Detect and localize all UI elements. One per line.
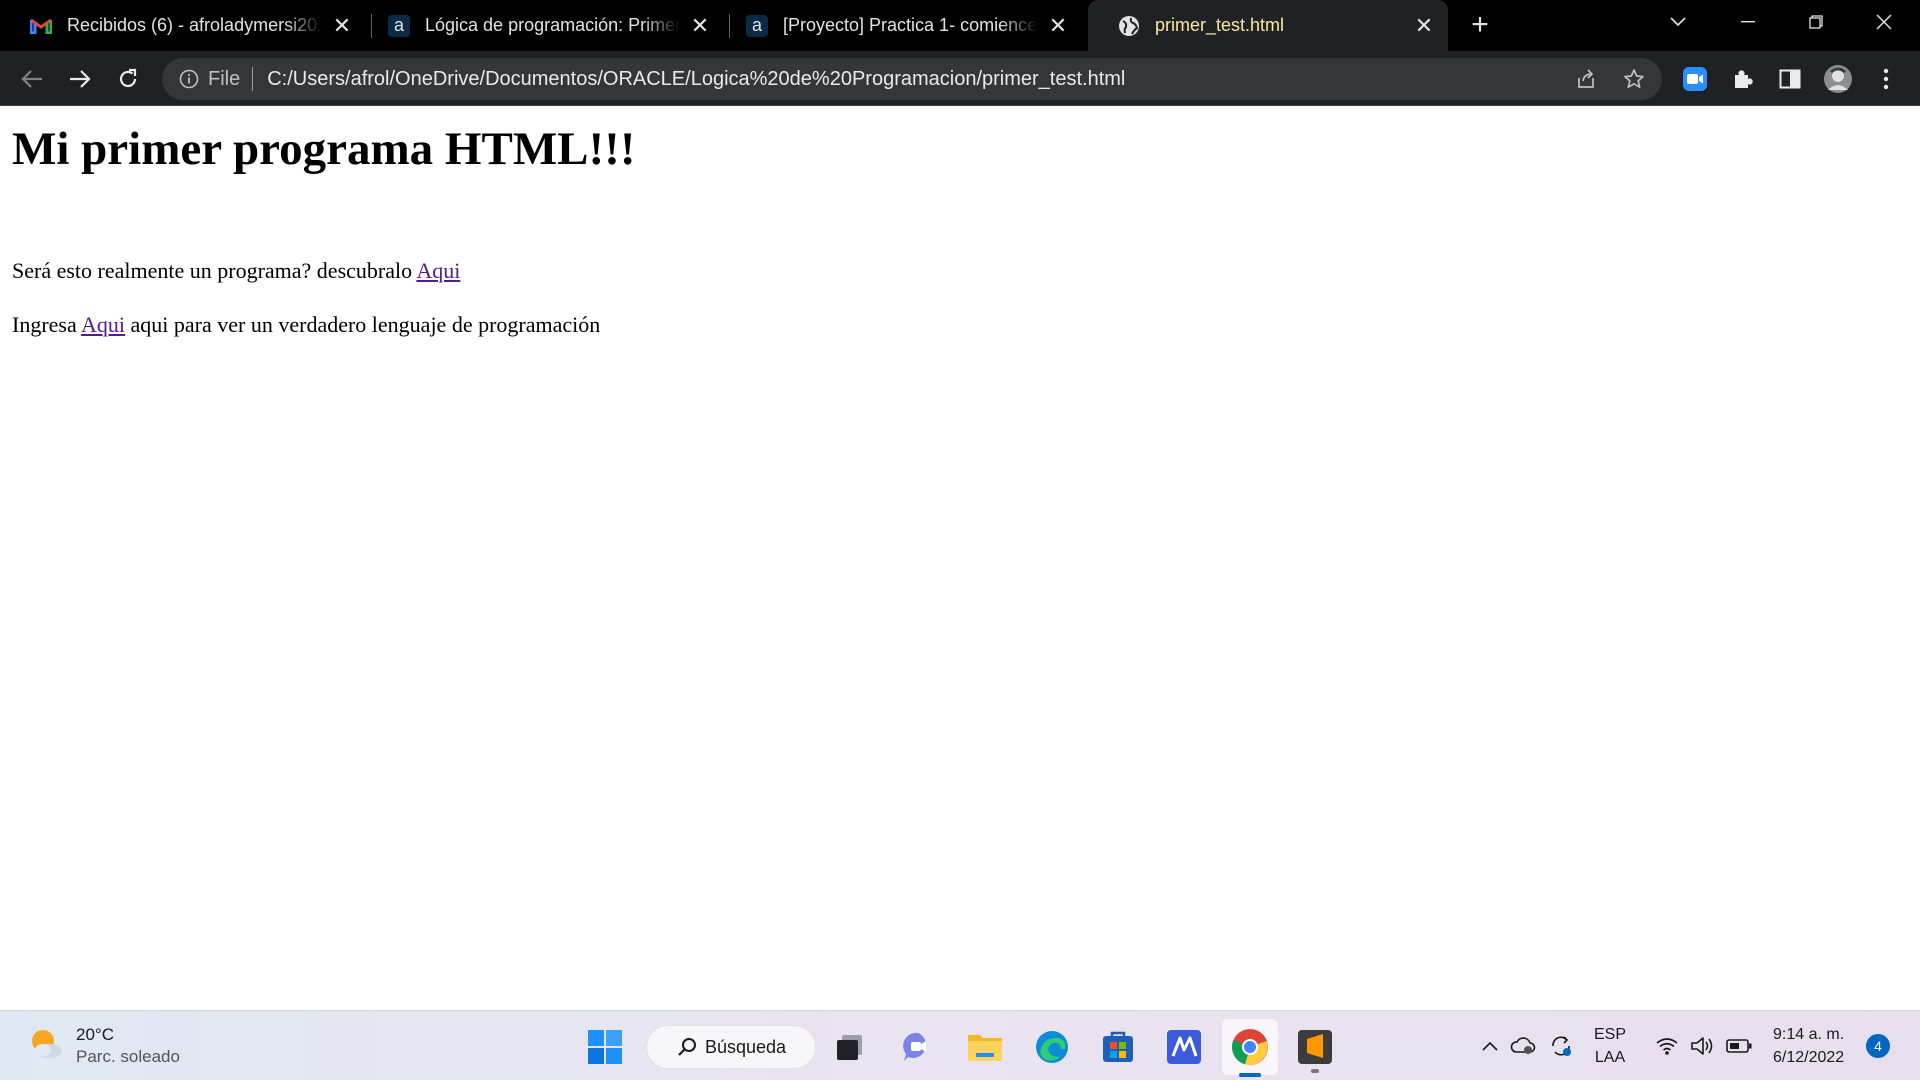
clock-time: 9:14 a. m. [1773,1026,1845,1043]
share-icon[interactable] [1574,67,1598,91]
taskbar-search[interactable]: Búsqueda [646,1025,816,1069]
teams-chat-icon[interactable] [894,1023,942,1071]
aqui-link-2[interactable]: Aqui [81,312,125,337]
globe-icon [1118,15,1140,37]
url-text[interactable]: C:/Users/afrol/OneDrive/Documentos/ORACL… [267,68,1125,91]
active-app-indicator [1239,1073,1261,1077]
running-app-indicator [1311,1069,1319,1073]
tab-gmail[interactable]: Recibidos (6) - afroladymersi2012 ✕ [0,0,366,51]
chrome-menu-icon[interactable] [1870,63,1902,95]
input-language-indicator[interactable]: ESP LAA [1594,1023,1626,1069]
microsoft-store-icon[interactable] [1094,1023,1142,1071]
tab-title: primer_test.html [1155,15,1285,35]
show-hidden-icons-chevron-icon[interactable] [1476,1011,1504,1081]
tab-alura-project[interactable]: a [Proyecto] Practica 1- comience a prog… [716,0,1082,51]
tab-title: Lógica de programación: Primeros pasos [425,15,680,35]
paragraph-text: Será esto realmente un programa? descubr… [12,258,417,283]
paragraph-text: aqui para ver un verdadero lenguaje de p… [125,312,601,337]
paragraph-2: Ingresa Aqui aqui para ver un verdadero … [12,312,600,338]
browser-tab-strip: Recibidos (6) - afroladymersi2012 ✕ a Ló… [0,0,1920,51]
paragraph-text: Ingresa [12,312,82,337]
mathway-icon[interactable] [1160,1023,1208,1071]
windows-taskbar: 20°C Parc. soleado Búsqueda ESP LAA 9:14… [0,1010,1920,1080]
battery-icon[interactable] [1724,1011,1754,1081]
page-content: Mi primer programa HTML!!! Será esto rea… [0,107,1920,1010]
language-code: ESP [1594,1026,1627,1043]
back-button[interactable] [16,63,48,95]
notification-badge[interactable]: 4 [1866,1034,1890,1058]
gmail-icon [30,15,52,37]
weather-widget[interactable]: 20°C Parc. soleado [28,1024,180,1068]
address-bar[interactable]: File C:/Users/afrol/OneDrive/Documentos/… [162,58,1662,100]
info-icon[interactable] [178,68,200,90]
tab-close-icon[interactable]: ✕ [688,13,712,38]
zoom-extension-icon[interactable] [1679,63,1711,95]
edge-icon[interactable] [1028,1023,1076,1071]
volume-icon[interactable] [1688,1011,1718,1081]
reload-button[interactable] [112,63,144,95]
weather-temperature: 20°C [76,1025,114,1044]
bookmark-star-icon[interactable] [1622,67,1646,91]
profile-avatar[interactable] [1822,63,1854,95]
file-explorer-icon[interactable] [961,1023,1009,1071]
tab-close-icon[interactable]: ✕ [1046,13,1070,38]
tab-search-chevron-icon[interactable] [1648,0,1708,44]
browser-toolbar: File C:/Users/afrol/OneDrive/Documentos/… [0,51,1920,106]
tab-primer-test[interactable]: primer_test.html ✕ [1088,0,1448,51]
weather-condition: Parc. soleado [76,1047,180,1066]
tab-alura-course[interactable]: a Lógica de programación: Primeros pasos… [358,0,724,51]
extensions-puzzle-icon[interactable] [1727,63,1759,95]
tab-title: [Proyecto] Practica 1- comience a progra… [783,15,1038,35]
sublime-text-icon[interactable] [1291,1023,1339,1073]
alura-icon: a [746,14,768,37]
close-window-button[interactable] [1854,0,1914,44]
paragraph-1: Será esto realmente un programa? descubr… [12,258,460,284]
tab-close-icon[interactable]: ✕ [330,13,354,38]
onedrive-sync-icon[interactable] [1508,1011,1538,1081]
alura-icon: a [388,14,410,37]
tab-close-icon[interactable]: ✕ [1412,13,1436,38]
keyboard-layout: LAA [1594,1049,1626,1066]
sync-status-icon[interactable] [1546,1011,1576,1081]
wifi-icon[interactable] [1652,1011,1682,1081]
chrome-icon[interactable] [1222,1019,1278,1077]
search-icon [677,1037,697,1057]
windows-start-icon[interactable] [581,1023,629,1071]
forward-button[interactable] [64,63,96,95]
clock-date: 6/12/2022 [1773,1049,1845,1066]
omnibox-divider [252,67,254,91]
search-label: Búsqueda [705,1036,787,1057]
side-panel-icon[interactable] [1774,63,1806,95]
aqui-link-1[interactable]: Aqui [416,258,460,283]
minimize-button[interactable] [1718,0,1778,44]
partly-sunny-icon [28,1026,64,1067]
scheme-chip: File [208,67,241,90]
system-clock[interactable]: 9:14 a. m. 6/12/2022 [1773,1023,1844,1069]
task-view-icon[interactable] [826,1023,874,1071]
tab-title: Recibidos (6) - afroladymersi2012 [67,15,322,35]
page-heading: Mi primer programa HTML!!! [12,123,636,175]
restore-button[interactable] [1786,0,1846,44]
new-tab-button[interactable]: + [1466,10,1494,40]
